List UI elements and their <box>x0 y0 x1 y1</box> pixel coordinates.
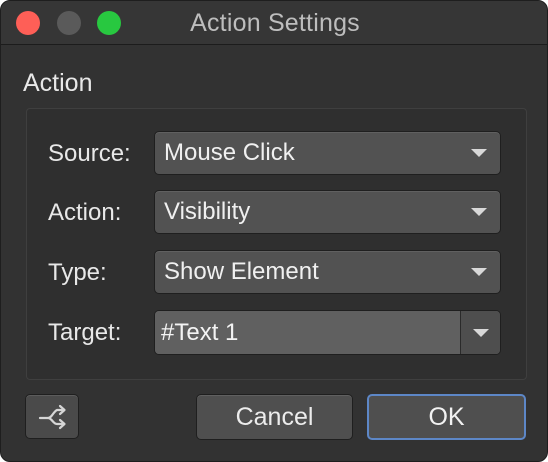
chevron-down-icon <box>471 208 487 216</box>
target-dropdown-button[interactable] <box>461 311 500 354</box>
shuffle-icon <box>38 404 66 430</box>
type-popup[interactable]: Show Element <box>154 250 501 294</box>
chevron-down-icon <box>473 329 489 337</box>
target-label: Target: <box>48 319 122 346</box>
action-label: Action: <box>48 199 122 226</box>
action-settings-window: Action Settings Action Source: Mouse Cli… <box>0 0 548 462</box>
type-value: Show Element <box>164 258 319 285</box>
target-value: #Text 1 <box>161 319 239 346</box>
action-value: Visibility <box>164 198 251 225</box>
source-label: Source: <box>48 140 131 167</box>
shuffle-button[interactable] <box>25 394 79 439</box>
action-popup[interactable]: Visibility <box>154 190 501 234</box>
target-input[interactable]: #Text 1 <box>155 311 461 354</box>
title-bar: Action Settings <box>1 1 547 45</box>
source-popup[interactable]: Mouse Click <box>154 131 501 175</box>
window-title: Action Settings <box>190 9 360 37</box>
cancel-button[interactable]: Cancel <box>196 394 353 440</box>
type-label: Type: <box>48 259 107 286</box>
chevron-down-icon <box>471 149 487 157</box>
target-combobox: #Text 1 <box>154 310 501 355</box>
source-value: Mouse Click <box>164 139 295 166</box>
chevron-down-icon <box>471 268 487 276</box>
section-label-action: Action <box>23 69 93 97</box>
ok-button[interactable]: OK <box>367 394 526 440</box>
